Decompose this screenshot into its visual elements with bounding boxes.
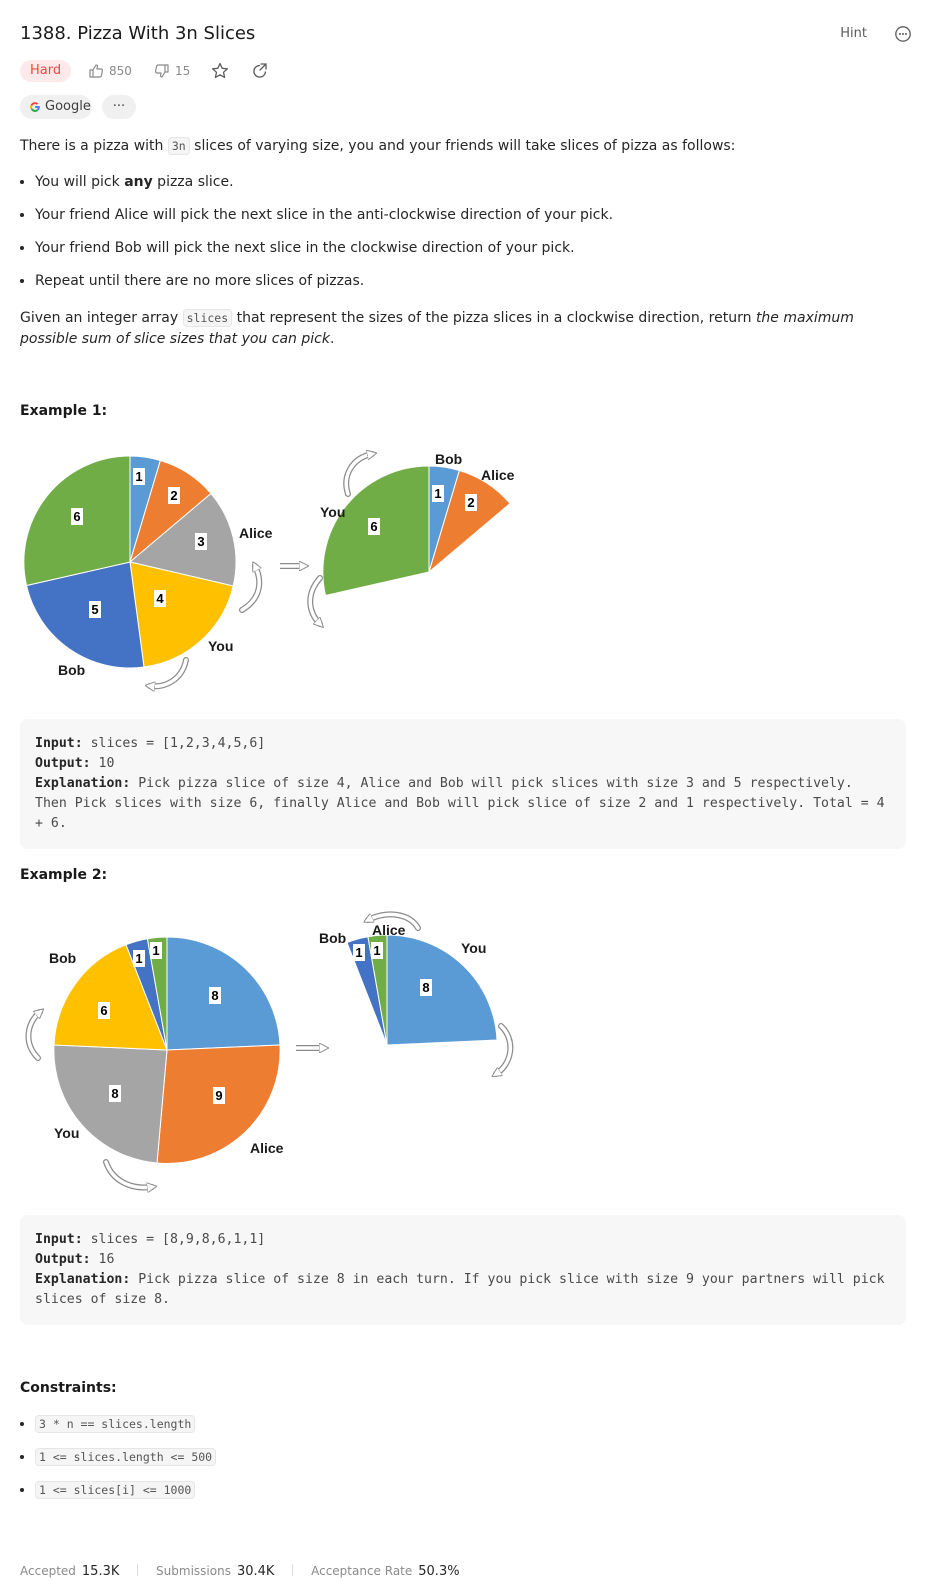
list-item: 1 <= slices.length <= 500 xyxy=(35,1447,915,1468)
meta-row: Hard 850 15 xyxy=(20,59,620,85)
acceptance-rate-label: Acceptance Rate xyxy=(311,1564,413,1578)
slice-label: 8 xyxy=(111,1086,118,1101)
like-button[interactable]: 850 xyxy=(88,61,132,81)
dislike-count: 15 xyxy=(175,64,191,78)
intro-text-end: slices of varying size, you and your fri… xyxy=(189,138,736,154)
submissions-label: Submissions xyxy=(156,1564,231,1578)
bob-label: Bob xyxy=(49,950,76,966)
acceptance-rate-value: 50.3% xyxy=(418,1564,460,1579)
example-2-heading: Example 2: xyxy=(20,867,108,883)
company-tag-google[interactable]: Google xyxy=(20,95,92,119)
constraints-list: 3 * n == slices.length 1 <= slices.lengt… xyxy=(20,1414,915,1513)
slice-label: 1 xyxy=(135,951,142,966)
more-tags-button[interactable]: ··· xyxy=(102,95,136,119)
slice-label: 9 xyxy=(215,1088,222,1103)
dislike-button[interactable]: 15 xyxy=(154,61,190,81)
intro-paragraph: There is a pizza with 3n slices of varyi… xyxy=(20,136,900,157)
you-label: You xyxy=(320,504,345,520)
alice-label: Alice xyxy=(372,922,406,938)
slice-label: 4 xyxy=(156,591,164,606)
problem-title: 1388. Pizza With 3n Slices xyxy=(20,23,256,44)
stats-bar: Accepted 15.3K Submissions 30.4K Acceptanc… xyxy=(20,1564,460,1579)
submissions-value: 30.4K xyxy=(236,1564,275,1579)
alice-label: Alice xyxy=(481,467,515,483)
title-row: 1388. Pizza With 3n Slices Hint xyxy=(20,21,913,49)
slice-label: 6 xyxy=(370,519,377,534)
thumbs-up-icon xyxy=(89,64,104,78)
list-item: 3 * n == slices.length xyxy=(35,1414,915,1435)
given-paragraph: Given an integer array slices that repre… xyxy=(20,309,854,347)
rules-list: You will pick any pizza slice. Your frie… xyxy=(20,172,915,304)
company-tag-label: Google xyxy=(45,99,91,114)
slice-label: 3 xyxy=(197,534,204,549)
you-label: You xyxy=(208,638,233,654)
example-1-figure: 1 2 3 4 5 6 Alice You Bob 1 2 6 Bob Alic… xyxy=(23,440,515,705)
example-1-block: Input: slices = [1,2,3,4,5,6] Output: 10… xyxy=(20,719,906,849)
slice-label: 5 xyxy=(91,602,98,617)
slice-label: 2 xyxy=(170,488,177,503)
star-icon[interactable] xyxy=(210,61,230,81)
thumbs-down-icon xyxy=(154,64,169,78)
you-label: You xyxy=(461,940,486,956)
slice-label: 1 xyxy=(373,943,380,958)
list-item: Your friend Alice will pick the next sli… xyxy=(35,205,915,226)
divider xyxy=(292,1564,294,1576)
bob-label: Bob xyxy=(319,930,346,946)
example-1-heading: Example 1: xyxy=(20,403,108,419)
bob-label: Bob xyxy=(435,451,462,467)
alice-label: Alice xyxy=(250,1140,284,1156)
example-2-figure: 8 9 8 6 1 1 Bob You Alice 1 1 8 Bob Alic… xyxy=(25,911,514,1200)
inline-code-slices: slices xyxy=(182,309,233,327)
constraints-heading: Constraints: xyxy=(20,1380,117,1396)
list-item: Your friend Bob will pick the next slice… xyxy=(35,238,915,259)
example-2-block: Input: slices = [8,9,8,6,1,1] Output: 16… xyxy=(20,1215,906,1325)
divider xyxy=(137,1564,139,1576)
slice-label: 6 xyxy=(100,1003,107,1018)
slice-label: 1 xyxy=(355,945,362,960)
inline-code-3n: 3n xyxy=(167,137,190,155)
slice-label: 1 xyxy=(152,943,159,958)
google-icon xyxy=(30,102,40,112)
slice-label: 2 xyxy=(467,495,474,510)
accepted-label: Accepted xyxy=(20,1564,76,1578)
hint-button[interactable]: Hint xyxy=(840,25,867,43)
slice-label: 6 xyxy=(73,509,80,524)
difficulty-badge: Hard xyxy=(20,60,72,82)
share-icon[interactable] xyxy=(250,61,270,81)
accepted-value: 15.3K xyxy=(81,1564,120,1579)
you-label: You xyxy=(54,1125,79,1141)
like-count: 850 xyxy=(109,64,132,78)
tag-row: Google ··· xyxy=(20,95,420,119)
list-item: Repeat until there are no more slices of… xyxy=(35,271,915,292)
more-options-icon[interactable] xyxy=(893,24,913,44)
bob-label: Bob xyxy=(58,662,85,678)
list-item: 1 <= slices[i] <= 1000 xyxy=(35,1480,915,1501)
slice-label: 8 xyxy=(422,980,429,995)
list-item: You will pick any pizza slice. xyxy=(35,172,915,193)
slice-label: 8 xyxy=(211,988,218,1003)
alice-label: Alice xyxy=(239,525,273,541)
slice-label: 1 xyxy=(434,486,441,501)
slice-label: 1 xyxy=(135,469,142,484)
intro-text: There is a pizza with xyxy=(20,138,168,154)
